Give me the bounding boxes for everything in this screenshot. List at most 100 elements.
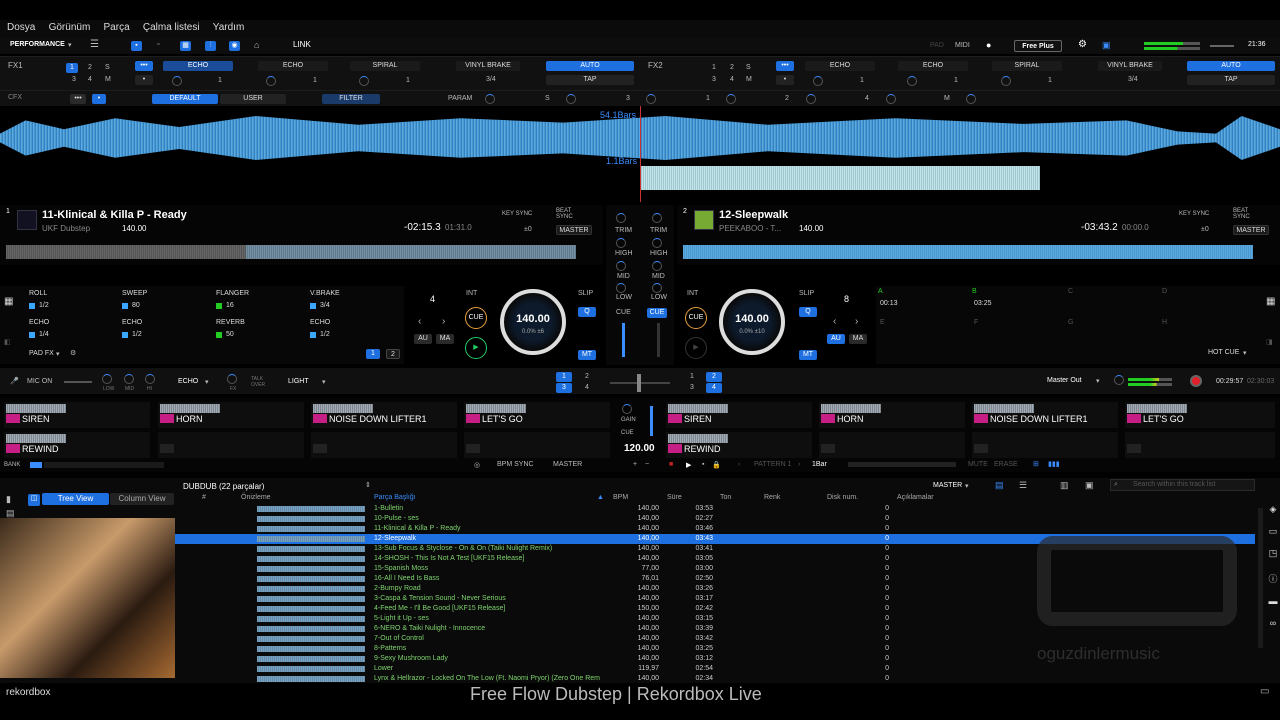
fx1-brake[interactable]: VINYL BRAKE — [456, 61, 520, 71]
col-key[interactable]: Ton — [720, 494, 731, 501]
cfx-knob-4[interactable] — [886, 94, 896, 104]
seq-record-icon[interactable]: ■ — [669, 461, 673, 468]
col-color[interactable]: Renk — [764, 494, 780, 501]
talkover-label[interactable]: TALK OVER — [251, 376, 267, 388]
deck-assign-r3[interactable]: 3 — [690, 384, 694, 391]
deck2-ma-button[interactable]: MA — [849, 334, 867, 344]
mic-fx-knob[interactable] — [227, 374, 237, 384]
deck2-key-sync[interactable]: KEY SYNC — [1179, 211, 1209, 217]
chevron-down-icon[interactable]: ▾ — [1243, 349, 1247, 357]
fx2-beat-1[interactable]: 1 — [712, 64, 716, 71]
cfx-knob-2[interactable] — [806, 94, 816, 104]
deck2-master-button[interactable]: MASTER — [1233, 225, 1269, 235]
deck1-master-tempo-button[interactable]: MT — [578, 350, 596, 360]
track-preview-waveform[interactable] — [257, 606, 365, 612]
sampler-slot-11[interactable] — [311, 432, 457, 458]
deck2-hotcue-d[interactable]: D — [1162, 288, 1254, 316]
sampler-slot-16[interactable] — [1125, 432, 1275, 458]
track-preview-waveform[interactable] — [257, 536, 365, 542]
pad-label[interactable]: PAD — [930, 42, 944, 49]
fx2-brake[interactable]: VINYL BRAKE — [1098, 61, 1162, 71]
col-time[interactable]: Süre — [667, 494, 682, 501]
col-comments[interactable]: Açıklamalar — [897, 494, 934, 501]
pattern-next-icon[interactable]: › — [798, 461, 800, 468]
mix-point-icon[interactable]: ▬ — [1266, 596, 1280, 610]
chevron-down-icon[interactable]: ▾ — [965, 482, 969, 490]
fx2-beat-s[interactable]: S — [746, 64, 751, 71]
mic-low-knob[interactable] — [102, 374, 112, 384]
cfx-user-tab[interactable]: USER — [220, 94, 286, 104]
deck-assign-4[interactable]: 4 — [585, 384, 589, 391]
view-icon-1[interactable]: ▪ — [131, 41, 142, 51]
col-title[interactable]: Parça Başlığı — [374, 494, 416, 501]
deck1-master-button[interactable]: MASTER — [556, 225, 592, 235]
master-out-select[interactable]: Master Out — [1047, 377, 1082, 384]
deck2-hotcue-h[interactable]: H — [1162, 319, 1254, 347]
deck2-high-knob[interactable] — [652, 238, 662, 248]
master-knob[interactable] — [1114, 375, 1124, 385]
deck1-beat-sync[interactable]: BEAT SYNC — [556, 208, 578, 220]
deck1-quantize-button[interactable]: Q — [578, 307, 596, 317]
deck2-jog-wheel[interactable]: 140.00 0.0% ±10 — [719, 289, 785, 355]
sampler-slot-7[interactable]: NOISE DOWN LIFTER1 — [972, 402, 1118, 428]
mixer-icon[interactable]: ⫶ — [205, 41, 216, 51]
deck2-beat-sync[interactable]: BEAT SYNC — [1233, 208, 1255, 220]
seq-play-icon[interactable]: ▶ — [686, 461, 691, 469]
track-preview-waveform[interactable] — [257, 586, 365, 592]
deck2-quantize-button[interactable]: Q — [799, 307, 817, 317]
lighting-select[interactable]: LIGHT — [288, 378, 309, 385]
sampler-slot-6[interactable]: HORN — [819, 402, 965, 428]
deck1-jog-wheel[interactable]: 140.00 0.0% ±6 — [500, 289, 566, 355]
menu-dosya[interactable]: Dosya — [0, 20, 35, 33]
info-icon[interactable]: ● — [986, 40, 991, 50]
fx2-knob-1[interactable] — [813, 76, 823, 86]
fx2-beat-4[interactable]: 4 — [730, 76, 734, 83]
deck1-overview[interactable] — [0, 239, 603, 265]
fx1-auto-button[interactable]: AUTO — [546, 61, 634, 71]
col-disk[interactable]: Disk num. — [827, 494, 858, 501]
deck2-jump-back-icon[interactable]: ‹ — [833, 316, 836, 327]
deck1-low-knob[interactable] — [616, 283, 626, 293]
grid-icon[interactable]: ▦ — [180, 41, 191, 51]
menu-yardim[interactable]: Yardım — [206, 20, 245, 33]
fx1-knob-1[interactable] — [172, 76, 182, 86]
fx2-beat-2[interactable]: 2 — [730, 64, 734, 71]
layout-icon[interactable]: ☰ — [90, 39, 99, 50]
deck1-pad-mode[interactable]: PAD FX — [29, 350, 54, 357]
sampler-bpm-sync[interactable]: BPM SYNC — [497, 461, 534, 468]
pattern-name[interactable]: PATTERN 1 — [754, 461, 791, 468]
table-row[interactable]: 11-Klinical & Killa P - Ready 140,00 03:46… — [175, 524, 1255, 534]
fx2-auto-button[interactable]: AUTO — [1187, 61, 1275, 71]
chevron-down-icon[interactable]: ▾ — [1096, 377, 1100, 385]
midi-button[interactable]: MIDI — [955, 42, 970, 49]
fx1-beat-3[interactable]: 3 — [72, 76, 76, 83]
mute-button[interactable]: MUTE — [968, 461, 988, 468]
sampler-slot-4[interactable]: LET'S GO — [464, 402, 610, 428]
deck1-trim-knob[interactable] — [616, 213, 626, 223]
chevron-down-icon[interactable]: ▾ — [205, 378, 209, 386]
fx2-knob-2[interactable] — [907, 76, 917, 86]
deck1-ma-button[interactable]: MA — [436, 334, 454, 344]
pad-grid-icon[interactable]: ▦ — [1266, 296, 1275, 307]
deck1-high-knob[interactable] — [616, 238, 626, 248]
folder-icon[interactable]: ▭ — [1266, 526, 1280, 540]
seq-metronome-icon[interactable]: ▪ — [702, 461, 704, 468]
cfx-param-knob[interactable] — [485, 94, 495, 104]
mic-level-slider[interactable] — [64, 381, 92, 383]
link-button[interactable]: LINK — [293, 40, 311, 49]
col-number[interactable]: # — [202, 494, 206, 501]
fx1-beat-m[interactable]: M — [105, 76, 111, 83]
fx2-beat-m[interactable]: M — [746, 76, 752, 83]
track-preview-waveform[interactable] — [257, 566, 365, 572]
pattern-prev-icon[interactable]: ‹ — [738, 461, 740, 468]
list-view-icon[interactable]: ▤ — [995, 480, 1004, 491]
fx1-slot-2[interactable]: ECHO — [258, 61, 328, 71]
sequence-length[interactable]: 1Bar — [812, 461, 827, 468]
table-row[interactable]: 7-Out of Control 140,00 03:42 0 — [175, 634, 1255, 644]
track-preview-waveform[interactable] — [257, 596, 365, 602]
record-setting-icon[interactable]: ▣ — [1102, 40, 1111, 51]
deck1-pad-8[interactable]: ECHO 1/2 — [310, 319, 402, 347]
browser-master-select[interactable]: MASTER — [933, 482, 962, 489]
track-preview-waveform[interactable] — [257, 506, 365, 512]
deck2-pad-mode[interactable]: HOT CUE — [1208, 349, 1239, 356]
